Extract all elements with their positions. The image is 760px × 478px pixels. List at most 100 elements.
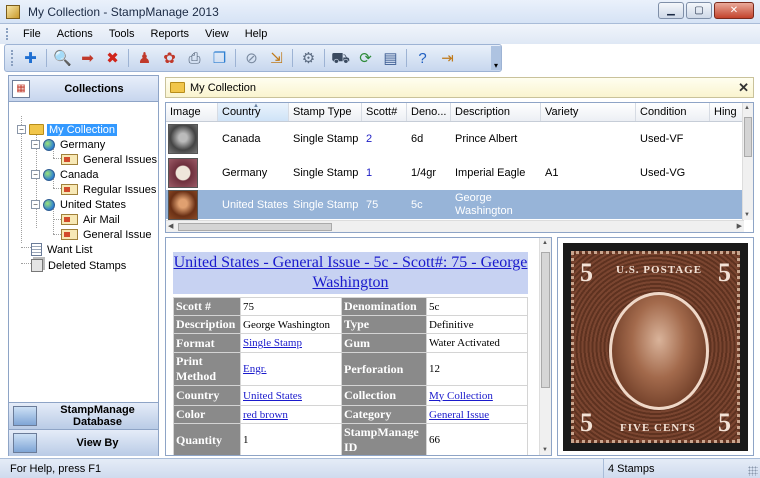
collapse-icon[interactable]: − [31, 140, 40, 149]
detail-field-link[interactable]: General Issue [429, 409, 489, 421]
column-header-condition[interactable]: Condition [636, 103, 710, 121]
detail-title-link[interactable]: United States - General Issue - 5c - Sco… [173, 252, 528, 294]
exit-icon[interactable]: ⇥ [437, 47, 459, 69]
scroll-up-icon[interactable]: ▲ [744, 105, 750, 111]
find-icon[interactable]: 🔍 [52, 47, 74, 69]
detail-field-label: Scott # [173, 297, 241, 316]
toolbar-separator [406, 49, 407, 67]
deleted-stamps-icon [31, 259, 43, 272]
detail-vertical-scrollbar[interactable]: ▲ ▼ [539, 238, 551, 455]
collapse-icon[interactable]: − [31, 200, 40, 209]
detail-field-text: Gum [344, 335, 371, 350]
detail-row: Scott # 75 Denomination 5c [173, 297, 528, 316]
menu-help[interactable]: Help [237, 28, 276, 40]
detail-field-link[interactable]: My Collection [429, 390, 493, 402]
detail-field-label: StampManage ID [341, 423, 427, 455]
window-title: My Collection - StampManage 2013 [28, 4, 219, 19]
detail-field-text: 75 [243, 300, 254, 313]
collapse-icon[interactable]: − [17, 125, 26, 134]
toolbar-overflow-icon[interactable]: ▾ [491, 46, 501, 70]
tree-node-my-collection[interactable]: − My Collection [17, 122, 118, 137]
collections-header: ▦ Collections [9, 76, 158, 102]
scroll-thumb[interactable] [541, 252, 550, 388]
folder-icon [170, 82, 185, 93]
tree-node-canada-regular-issues[interactable]: Regular Issues [61, 182, 158, 197]
table-row[interactable]: Germany Single Stamp 1 1/4gr Imperial Ea… [166, 156, 744, 190]
add-stamp-icon[interactable]: ✚ [20, 47, 42, 69]
stamp-detail-pane: United States - General Issue - 5c - Sco… [165, 237, 552, 456]
collection-tree: − My Collection − Germany General Issues… [9, 102, 158, 399]
tools-icon[interactable]: ✿ [159, 47, 181, 69]
print-icon[interactable]: ⎙ [184, 47, 206, 69]
collapse-icon[interactable]: − [31, 170, 40, 179]
column-header-country[interactable]: ▲ Country [218, 103, 289, 121]
tree-node-deleted-stamps[interactable]: Deleted Stamps [31, 258, 128, 273]
scroll-up-icon[interactable]: ▲ [542, 240, 548, 246]
scroll-left-icon[interactable]: ◀ [168, 222, 173, 230]
tree-node-canada[interactable]: − Canada [31, 167, 101, 182]
grid-horizontal-scrollbar[interactable]: ◀ ▶ [166, 220, 744, 232]
column-header-image[interactable]: Image [166, 103, 218, 121]
grid-vertical-scrollbar[interactable]: ▲ ▼ [742, 103, 753, 220]
column-header-variety[interactable]: Variety [541, 103, 636, 121]
maximize-button[interactable]: ▢ [686, 2, 712, 19]
detail-field-link[interactable]: Engr. [243, 363, 267, 375]
report-icon[interactable]: ▤ [380, 47, 402, 69]
export-icon[interactable]: ➡ [77, 47, 99, 69]
want-list-icon [31, 243, 42, 256]
detail-row: Quantity 1 StampManage ID 66 [173, 423, 528, 455]
scroll-right-icon[interactable]: ▶ [737, 222, 742, 230]
scroll-down-icon[interactable]: ▼ [744, 212, 750, 218]
column-header-stamp-type[interactable]: Stamp Type [289, 103, 362, 121]
detail-field-link[interactable]: red brown [243, 409, 288, 421]
menu-view[interactable]: View [197, 28, 237, 40]
cart-icon[interactable]: ⛟ [330, 47, 352, 69]
scroll-thumb[interactable] [178, 223, 332, 231]
detail-field-label: Perforation [341, 352, 427, 386]
detail-field-text: Collection [344, 388, 396, 402]
settings-icon[interactable]: ⚙ [298, 47, 320, 69]
detail-field-link[interactable]: United States [243, 390, 302, 402]
tree-node-germany[interactable]: − Germany [31, 137, 107, 152]
scroll-down-icon[interactable]: ▼ [542, 447, 548, 453]
help-icon[interactable]: ? [412, 47, 434, 69]
detail-field-text: Scott # [176, 299, 211, 313]
update-icon[interactable]: ⟳ [355, 47, 377, 69]
detail-field-text: 66 [429, 434, 440, 446]
close-icon[interactable]: ✕ [738, 80, 749, 96]
stampmanage-database-button[interactable]: StampManage Database [9, 402, 158, 429]
detail-field-link[interactable]: Single Stamp [243, 337, 302, 349]
column-header-scott[interactable]: Scott# [362, 103, 407, 121]
attach-icon[interactable]: ⊘ [241, 47, 263, 69]
want-list-icon[interactable]: ♟ [134, 47, 156, 69]
copy-icon[interactable]: ❐ [209, 47, 231, 69]
toolbar-separator [128, 49, 129, 67]
view-by-button[interactable]: View By [9, 429, 158, 456]
stamp-numeral-bottom-left: 5 [580, 408, 593, 437]
detail-field-text: Type [344, 317, 370, 331]
tree-node-united-states[interactable]: − United States [31, 197, 128, 212]
tree-node-us-general-issue[interactable]: General Issue [61, 227, 153, 242]
menu-tools[interactable]: Tools [101, 28, 143, 40]
menu-reports[interactable]: Reports [143, 28, 198, 40]
column-header-description[interactable]: Description [451, 103, 541, 121]
detail-row: Description George Washington Type Definiti… [173, 315, 528, 334]
delete-icon[interactable]: ✖ [102, 47, 124, 69]
minimize-button[interactable]: ▁ [658, 2, 684, 19]
detail-field-text: 1 [243, 434, 249, 446]
menu-file[interactable]: File [15, 28, 49, 40]
import-icon[interactable]: ⇲ [266, 47, 288, 69]
stamp-top-text: U.S. POSTAGE [616, 264, 703, 276]
resize-grip[interactable] [748, 466, 758, 476]
scroll-thumb[interactable] [744, 117, 752, 157]
tree-node-us-air-mail[interactable]: Air Mail [61, 212, 122, 227]
table-row[interactable]: Canada Single Stamp 2 6d Prince Albert U… [166, 122, 744, 156]
close-button[interactable]: ✕ [714, 2, 754, 19]
column-header-denomination[interactable]: Deno... [407, 103, 451, 121]
tree-node-germany-general-issues[interactable]: General Issues [61, 152, 159, 167]
menu-actions[interactable]: Actions [49, 28, 101, 40]
app-icon [6, 4, 20, 19]
table-row-selected[interactable]: United States Single Stamp 75 5c George … [166, 189, 744, 220]
tree-node-want-list[interactable]: Want List [31, 242, 94, 257]
column-header-hinged[interactable]: Hing [710, 103, 744, 121]
